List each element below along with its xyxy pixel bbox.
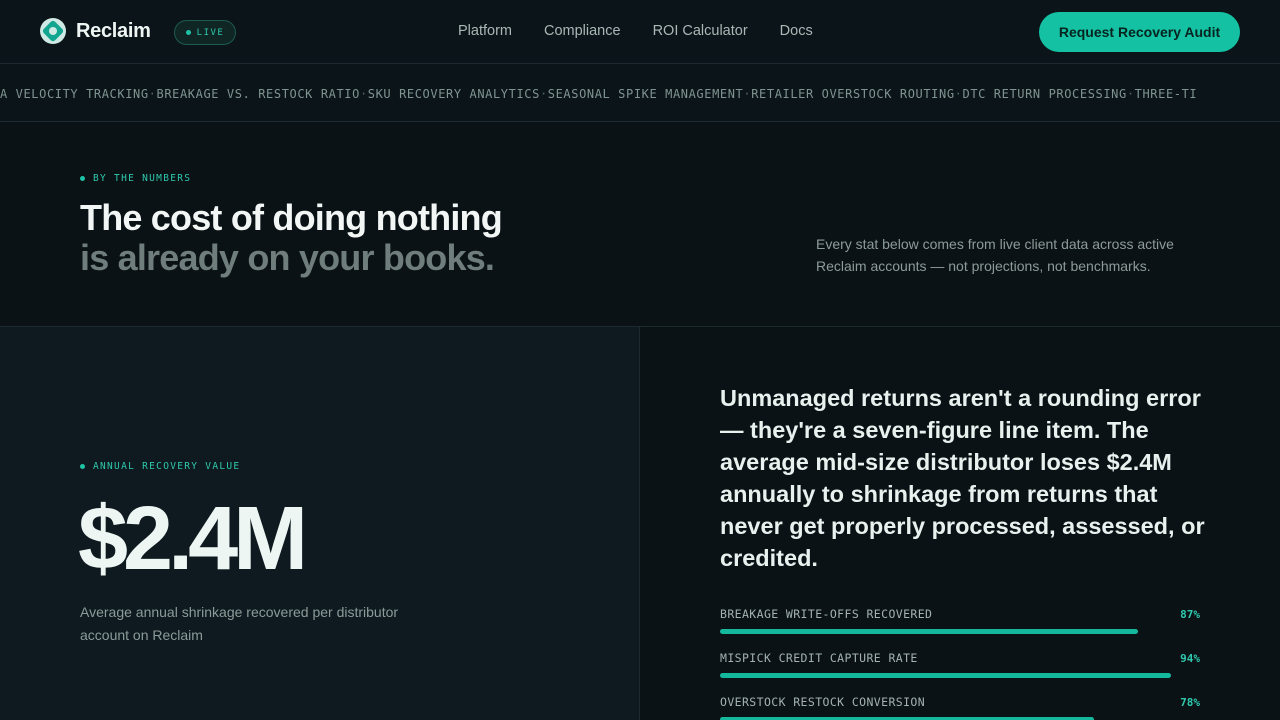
eyebrow-dot-icon bbox=[80, 464, 85, 469]
eyebrow-dot-icon bbox=[80, 176, 85, 181]
stat-caption: Average annual shrinkage recovered per d… bbox=[80, 604, 399, 643]
metrics-list: BREAKAGE WRITE-OFFS RECOVERED 87% MISPIC… bbox=[720, 607, 1200, 720]
metric-label: OVERSTOCK RESTOCK CONVERSION bbox=[720, 695, 926, 709]
ticker-separator: · bbox=[359, 87, 368, 101]
metric-progress-track bbox=[720, 673, 1200, 678]
request-recovery-audit-button[interactable]: Request Recovery Audit bbox=[1039, 12, 1240, 52]
live-status-label: LIVE bbox=[196, 27, 225, 38]
top-navigation: Reclaim LIVE Platform Compliance ROI Cal… bbox=[0, 0, 1280, 64]
metric-progress-fill bbox=[720, 673, 1172, 678]
metric-value: 78% bbox=[1180, 696, 1200, 709]
ticker-item: BREAKAGE VS. RESTOCK RATIO bbox=[156, 87, 360, 101]
nav-links: Platform Compliance ROI Calculator Docs bbox=[458, 23, 813, 39]
ticker-separator: · bbox=[539, 87, 548, 101]
live-dot-icon bbox=[185, 30, 191, 35]
hero-title: The cost of doing nothing is already on … bbox=[80, 197, 503, 278]
ticker-item: SKU RECOVERY ANALYTICS bbox=[367, 87, 540, 101]
hero-section: BY THE NUMBERS The cost of doing nothing… bbox=[0, 123, 1280, 327]
annual-recovery-value: $2.4M bbox=[78, 489, 308, 589]
stat-eyebrow-label: ANNUAL RECOVERY VALUE bbox=[93, 461, 241, 472]
ticker-item: RETAILER OVERSTOCK ROUTING bbox=[751, 87, 955, 101]
ticker-separator: · bbox=[1126, 87, 1135, 101]
annual-recovery-stat-panel: ANNUAL RECOVERY VALUE $2.4M Average annu… bbox=[0, 327, 640, 720]
metric-row: MISPICK CREDIT CAPTURE RATE 94% bbox=[720, 651, 1200, 695]
brand-name: Reclaim bbox=[76, 19, 151, 42]
metric-row: BREAKAGE WRITE-OFFS RECOVERED 87% bbox=[720, 607, 1200, 651]
nav-link-compliance[interactable]: Compliance bbox=[544, 23, 621, 39]
stat-eyebrow: ANNUAL RECOVERY VALUE bbox=[80, 461, 240, 472]
nav-link-docs[interactable]: Docs bbox=[780, 23, 813, 39]
statement-text: Unmanaged returns aren't a rounding erro… bbox=[720, 385, 1205, 571]
ticker-item: A VELOCITY TRACKING bbox=[0, 87, 149, 101]
ticker-separator: · bbox=[148, 87, 157, 101]
live-status-badge: LIVE bbox=[174, 20, 236, 45]
nav-link-roi-calculator[interactable]: ROI Calculator bbox=[653, 23, 748, 39]
nav-link-platform[interactable]: Platform bbox=[458, 23, 512, 39]
metric-value: 87% bbox=[1180, 608, 1200, 621]
metric-value: 94% bbox=[1180, 652, 1200, 665]
metric-label: MISPICK CREDIT CAPTURE RATE bbox=[720, 651, 918, 665]
ticker-separator: · bbox=[954, 87, 963, 101]
hero-title-line1: The cost of doing nothing bbox=[80, 197, 503, 238]
metric-row: OVERSTOCK RESTOCK CONVERSION 78% bbox=[720, 695, 1200, 720]
ticker-item: SEASONAL SPIKE MANAGEMENT bbox=[547, 87, 744, 101]
hero-description: Every stat below comes from live client … bbox=[816, 236, 1174, 274]
statement-panel: Unmanaged returns aren't a rounding erro… bbox=[641, 327, 1280, 720]
metric-progress-fill bbox=[720, 629, 1138, 634]
brand[interactable]: Reclaim bbox=[40, 18, 151, 44]
ticker-item: DTC RETURN PROCESSING bbox=[962, 87, 1127, 101]
hero-eyebrow-label: BY THE NUMBERS bbox=[93, 173, 192, 184]
ticker-track: A VELOCITY TRACKING·BREAKAGE VS. RESTOCK… bbox=[0, 87, 1197, 101]
ticker-item: THREE-TI bbox=[1134, 87, 1198, 101]
hero-title-line2: is already on your books. bbox=[80, 237, 495, 278]
metric-progress-track bbox=[720, 629, 1200, 634]
reclaim-logo-icon bbox=[40, 18, 66, 44]
metric-label: BREAKAGE WRITE-OFFS RECOVERED bbox=[720, 607, 933, 621]
feature-ticker: A VELOCITY TRACKING·BREAKAGE VS. RESTOCK… bbox=[0, 65, 1280, 122]
hero-eyebrow: BY THE NUMBERS bbox=[80, 173, 191, 184]
